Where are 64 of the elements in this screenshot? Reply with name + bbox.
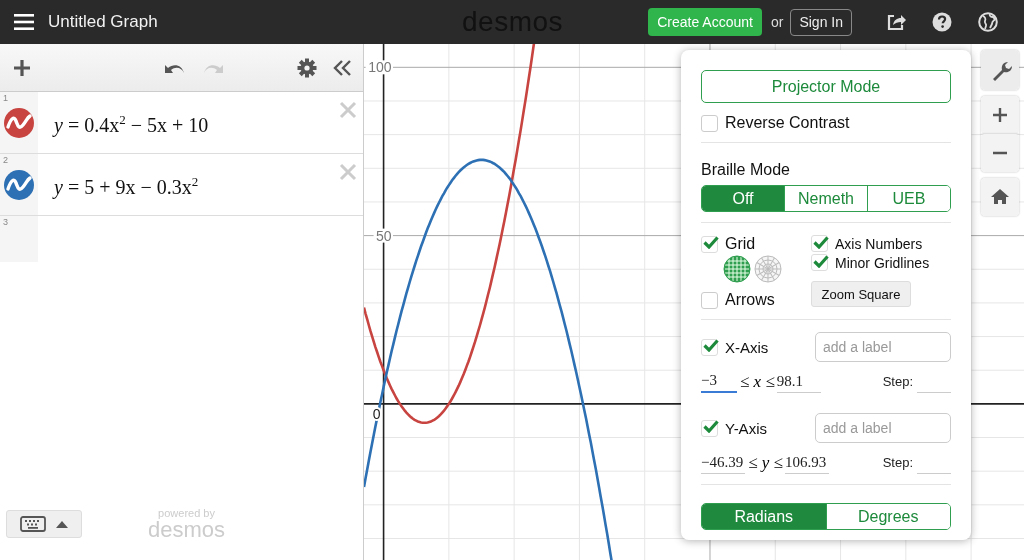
checkbox-label: Grid: [725, 235, 756, 253]
wave-icon[interactable]: [4, 108, 34, 138]
inequality-text: ≤ x ≤: [740, 371, 775, 393]
axis-label-field[interactable]: add a label: [815, 332, 951, 362]
home-icon[interactable]: [981, 178, 1019, 216]
range-field[interactable]: −46.39: [701, 451, 746, 474]
section-heading: Braille Mode: [701, 161, 791, 179]
checkbox[interactable]: [701, 419, 718, 437]
graph-title[interactable]: Untitled Graph: [48, 12, 158, 32]
step-label: Step:: [882, 373, 913, 391]
zoom-square-button[interactable]: Zoom Square: [811, 281, 911, 307]
line-number: 2: [3, 155, 8, 165]
cartesian-grid-icon[interactable]: [723, 255, 751, 283]
check-icon: [703, 420, 719, 433]
expression-row[interactable]: 3: [0, 216, 363, 262]
check-icon: [703, 339, 719, 352]
checkbox[interactable]: [811, 254, 828, 271]
sign-in-button[interactable]: Sign In: [790, 8, 852, 36]
keyboard-button[interactable]: [6, 510, 82, 538]
checkbox[interactable]: [701, 291, 718, 309]
add-icon[interactable]: [13, 58, 31, 77]
keyboard-icon: [20, 516, 46, 532]
check-icon: [703, 236, 719, 249]
range-field[interactable]: 106.93: [784, 451, 829, 474]
expression-row[interactable]: 1 y = 0.4x$^{2}$ − 5x + 10: [0, 92, 363, 154]
checkbox-label: Arrows: [725, 291, 775, 309]
projector-mode-button[interactable]: Projector Mode: [701, 70, 951, 103]
checkbox-label: Reverse Contrast: [725, 114, 850, 132]
checkbox-label: Axis Numbers: [835, 235, 923, 252]
line-number: 3: [3, 217, 8, 227]
checkbox[interactable]: [811, 235, 828, 252]
checkbox[interactable]: [701, 338, 718, 356]
segment-option[interactable]: UEB: [867, 186, 950, 211]
checkbox-label: X-Axis: [725, 338, 769, 356]
axis-number: 100: [368, 59, 392, 76]
step-label: Step:: [882, 454, 913, 472]
range-field[interactable]: −3: [701, 369, 737, 393]
checkbox[interactable]: [701, 235, 718, 253]
segment-option[interactable]: Off: [702, 186, 784, 211]
check-icon: [813, 235, 829, 249]
wave-icon[interactable]: [4, 170, 34, 200]
wrench-icon[interactable]: [981, 50, 1019, 90]
expression-row[interactable]: 2 y = 5 + 9x − 0.3x$^{2}$: [0, 154, 363, 216]
range-field[interactable]: 98.1: [776, 370, 821, 393]
function-curve[interactable]: [364, 44, 537, 425]
axis-number: 50: [376, 227, 392, 244]
settings-icon[interactable]: [297, 57, 317, 78]
menu-icon[interactable]: [14, 14, 34, 30]
inequality-text: ≤ y ≤: [748, 452, 783, 474]
segment-option[interactable]: Radians: [702, 504, 826, 529]
checkbox[interactable]: [701, 114, 718, 132]
function-curve[interactable]: [364, 158, 615, 560]
expression-formula[interactable]: y = 5 + 9x − 0.3x$^{2}$: [54, 174, 199, 200]
or-text: or: [770, 14, 784, 30]
caret-up-icon: [56, 520, 68, 528]
segment-option[interactable]: Degrees: [825, 504, 950, 529]
collapse-icon[interactable]: [333, 58, 353, 77]
check-icon: [813, 254, 829, 268]
axis-label-field[interactable]: add a label: [815, 413, 951, 443]
checkbox-label: Minor Gridlines: [835, 254, 930, 271]
line-number: 1: [3, 93, 8, 103]
checkbox-label: Y-Axis: [725, 419, 767, 437]
expression-formula[interactable]: y = 0.4x$^{2}$ − 5x + 10: [54, 112, 209, 138]
zoom-in-icon[interactable]: [981, 96, 1019, 134]
